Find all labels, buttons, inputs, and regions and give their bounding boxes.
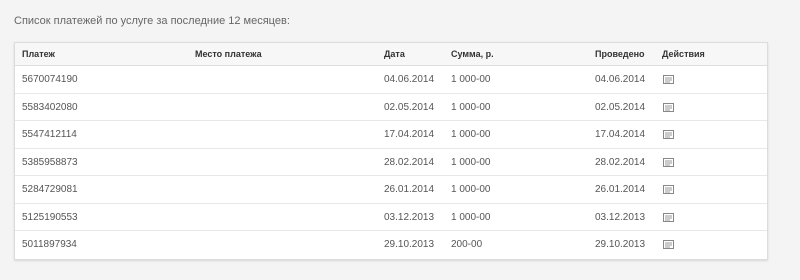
payment-done-date: 26.01.2014 (595, 184, 646, 195)
table-row: 5670074190 04.06.2014 1 000-00 04.06.201… (15, 66, 767, 94)
payment-sum: 1 000-00 (451, 211, 491, 223)
payment-done-date: 17.04.2014 (595, 129, 646, 140)
payment-date: 28.02.2014 (384, 156, 435, 168)
payment-done-date: 04.06.2014 (595, 74, 646, 85)
payment-done-date: 29.10.2013 (595, 239, 646, 250)
payment-id: 5583402080 (22, 101, 78, 113)
payment-done-date: 28.02.2014 (595, 156, 646, 168)
payment-date: 29.10.2013 (384, 239, 435, 250)
table-row: 5583402080 02.05.2014 1 000-00 02.05.201… (15, 94, 767, 121)
receipt-icon[interactable] (663, 75, 674, 85)
header-place: Место платежа (195, 49, 262, 59)
table-row: 5284729081 26.01.2014 1 000-00 26.01.201… (15, 176, 767, 204)
payment-sum: 1 000-00 (451, 156, 491, 168)
header-done: Проведено (595, 49, 645, 59)
payment-id: 5011897934 (22, 239, 77, 250)
payments-caption: Список платежей по услуге за последние 1… (14, 15, 290, 27)
header-actions: Действия (662, 49, 705, 59)
header-payment: Платеж (22, 49, 55, 59)
receipt-icon[interactable] (663, 185, 674, 195)
payment-sum: 200-00 (451, 239, 483, 250)
payment-id: 5670074190 (22, 74, 78, 85)
payment-date: 04.06.2014 (384, 74, 435, 85)
payment-date: 26.01.2014 (384, 184, 435, 195)
payment-id: 5125190553 (22, 211, 78, 223)
receipt-icon[interactable] (663, 102, 674, 112)
payment-date: 03.12.2013 (384, 211, 435, 223)
receipt-icon[interactable] (663, 130, 674, 140)
table-row: 5385958873 28.02.2014 1 000-00 28.02.201… (15, 149, 767, 176)
receipt-icon[interactable] (663, 157, 674, 167)
table-row: 5125190553 03.12.2013 1 000-00 03.12.201… (15, 204, 767, 231)
payment-id: 5284729081 (22, 184, 78, 195)
table-row: 5547412114 17.04.2014 1 000-00 17.04.201… (15, 121, 767, 149)
receipt-icon[interactable] (663, 212, 674, 222)
payment-sum: 1 000-00 (451, 101, 491, 113)
payment-id: 5385958873 (22, 156, 78, 168)
payment-id: 5547412114 (22, 129, 77, 140)
header-sum: Сумма, р. (451, 49, 494, 59)
table-row: 5011897934 29.10.2013 200-00 29.10.2013 (15, 231, 767, 259)
table-header: Платеж Место платежа Дата Сумма, р. Пров… (15, 43, 767, 66)
payment-sum: 1 000-00 (451, 129, 491, 140)
payments-table: Платеж Место платежа Дата Сумма, р. Пров… (14, 42, 768, 260)
payment-done-date: 03.12.2013 (595, 211, 646, 223)
payment-date: 17.04.2014 (384, 129, 435, 140)
header-date: Дата (384, 49, 405, 59)
payment-done-date: 02.05.2014 (595, 101, 646, 113)
payment-sum: 1 000-00 (451, 74, 491, 85)
receipt-icon[interactable] (663, 240, 674, 250)
payment-date: 02.05.2014 (384, 101, 435, 113)
payment-sum: 1 000-00 (451, 184, 491, 195)
